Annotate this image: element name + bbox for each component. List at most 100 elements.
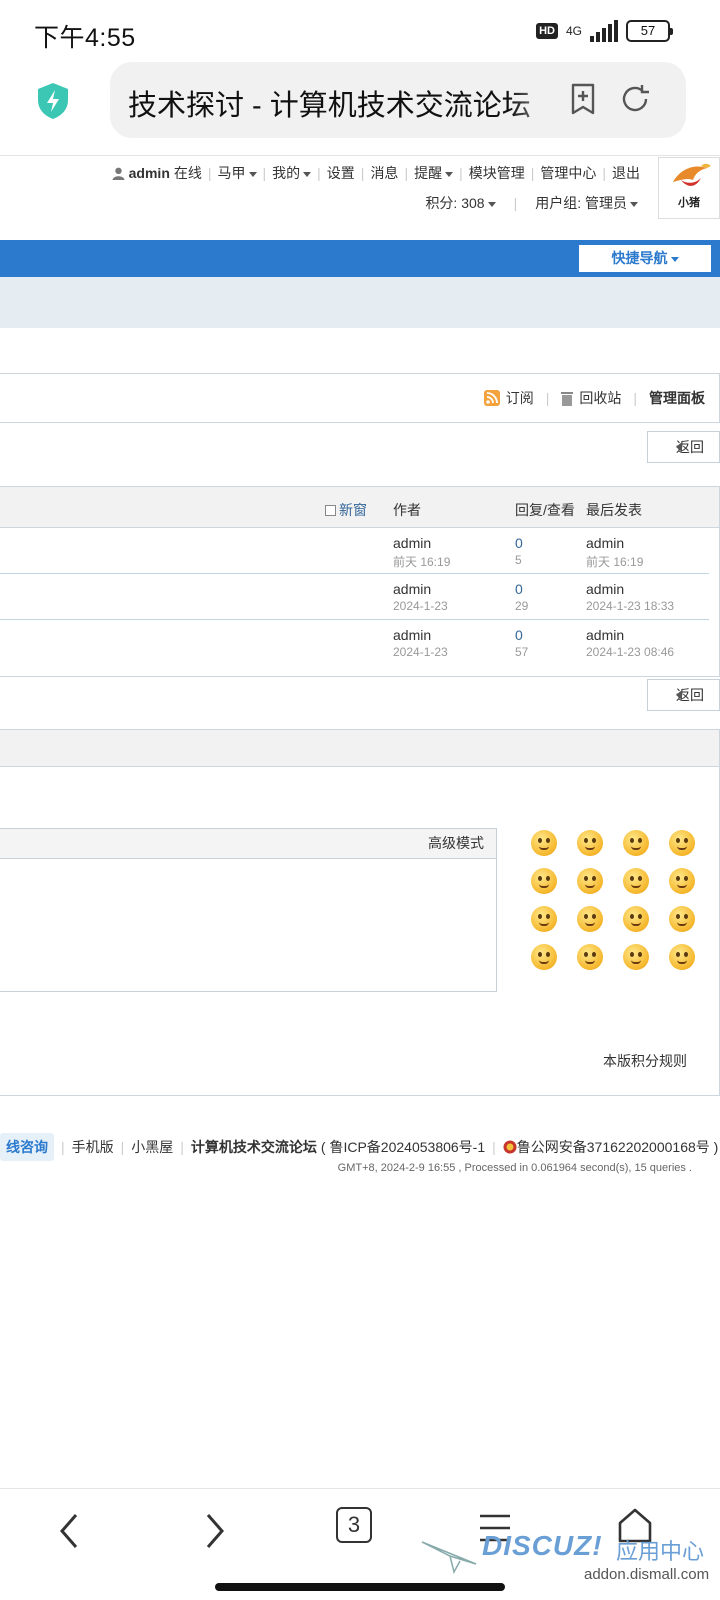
- consult-button[interactable]: 线咨询: [0, 1133, 54, 1161]
- smiley-panel: [531, 830, 720, 970]
- nav-messages[interactable]: 消息: [370, 163, 398, 183]
- bookmark-add-icon[interactable]: [566, 82, 600, 116]
- smiley-icon[interactable]: [669, 868, 695, 894]
- nav-logout[interactable]: 退出: [612, 163, 640, 183]
- row-last-date[interactable]: 2024-1-23 18:33: [586, 599, 674, 613]
- smiley-icon[interactable]: [577, 944, 603, 970]
- row-views: 5: [515, 553, 522, 567]
- row-last-author[interactable]: admin: [586, 581, 624, 597]
- icp-link[interactable]: ( 鲁ICP备2024053806号-1: [321, 1137, 485, 1157]
- smiley-icon[interactable]: [623, 944, 649, 970]
- mobile-link[interactable]: 手机版: [72, 1137, 114, 1157]
- smiley-icon[interactable]: [669, 906, 695, 932]
- row-author-date: 前天 16:19: [393, 555, 451, 569]
- watermark-cn: 应用中心: [616, 1539, 705, 1564]
- status-bar: 下午4:55 HD 4G 57: [0, 0, 720, 66]
- refresh-icon[interactable]: [618, 82, 652, 116]
- rss-icon: [483, 390, 500, 406]
- points-link[interactable]: 积分: 308: [425, 193, 496, 213]
- sub-nav-band: [0, 277, 720, 328]
- thread-table: 新窗 作者 回复/查看 最后发表 admin 前天 16:19 0 5 admi…: [0, 486, 720, 677]
- quick-reply-header: [0, 730, 719, 767]
- table-row[interactable]: admin 前天 16:19 0 5 admin 前天 16:19: [0, 528, 709, 574]
- url-fade: [510, 72, 570, 128]
- tabs-icon[interactable]: 3: [336, 1507, 372, 1543]
- quick-nav-button[interactable]: 快捷导航: [579, 245, 711, 272]
- smiley-icon[interactable]: [623, 830, 649, 856]
- back-button-bottom[interactable]: 返回: [647, 679, 720, 711]
- browser-url-row: 技术探讨 - 计算机技术交流论坛: [0, 62, 720, 148]
- url-title[interactable]: 技术探讨 - 计算机技术交流论坛: [128, 82, 558, 124]
- smiley-icon[interactable]: [669, 830, 695, 856]
- nav-mine[interactable]: 我的: [272, 163, 312, 183]
- recycle-bin-link[interactable]: 回收站: [579, 388, 621, 408]
- smiley-icon[interactable]: [577, 868, 603, 894]
- nav-reminders[interactable]: 提醒: [414, 163, 454, 183]
- row-replies[interactable]: 0: [515, 535, 523, 551]
- blackroom-link[interactable]: 小黑屋: [131, 1137, 173, 1157]
- divider: [0, 155, 720, 156]
- footer-links: 线咨询 | 手机版 | 小黑屋 | 计算机技术交流论坛 ( 鲁ICP备20240…: [0, 1133, 718, 1161]
- row-last-date[interactable]: 2024-1-23 08:46: [586, 645, 674, 659]
- row-last-author[interactable]: admin: [586, 535, 624, 551]
- advanced-mode-link[interactable]: 高级模式: [428, 835, 484, 851]
- credit-rules-link[interactable]: 本版积分规则: [603, 1051, 687, 1071]
- checkbox-icon[interactable]: [325, 505, 336, 516]
- row-author-date: 2024-1-23: [393, 645, 448, 659]
- footer-stats: GMT+8, 2024-2-9 16:55 , Processed in 0.0…: [337, 1162, 692, 1174]
- username-link[interactable]: admin: [129, 165, 170, 181]
- smiley-icon[interactable]: [531, 868, 557, 894]
- smiley-icon[interactable]: [577, 906, 603, 932]
- network-label: 4G: [565, 24, 582, 38]
- row-replies[interactable]: 0: [515, 627, 523, 643]
- back-triangle-icon: [676, 690, 682, 700]
- subscribe-link[interactable]: 订阅: [506, 388, 534, 408]
- reply-view-header: 回复/查看: [515, 502, 575, 518]
- url-bar[interactable]: 技术探讨 - 计算机技术交流论坛: [110, 62, 686, 138]
- gesture-bar[interactable]: [215, 1583, 505, 1591]
- editor-toolbar: 高级模式: [0, 829, 496, 859]
- row-author[interactable]: admin: [393, 581, 431, 597]
- discuz-watermark: DISCUZ! 应用中心 addon.dismall.com: [420, 1530, 710, 1590]
- smiley-icon[interactable]: [669, 944, 695, 970]
- row-author[interactable]: admin: [393, 535, 431, 551]
- smiley-icon[interactable]: [623, 868, 649, 894]
- shield-icon[interactable]: [36, 82, 70, 120]
- nav-settings[interactable]: 设置: [327, 163, 355, 183]
- forum-toolbar: 订阅 | 回收站 | 管理面板: [0, 373, 720, 423]
- user-icon: [112, 167, 125, 180]
- nav-module-admin[interactable]: 模块管理: [469, 163, 525, 183]
- reply-editor[interactable]: 高级模式: [0, 828, 497, 992]
- row-replies[interactable]: 0: [515, 581, 523, 597]
- forward-arrow-icon[interactable]: [200, 1511, 228, 1551]
- web-page: admin 在线 | 马甲 | 我的 | 设置 | 消息 | 提醒 | 模块管理…: [0, 155, 720, 1485]
- site-name-link[interactable]: 计算机技术交流论坛: [191, 1137, 317, 1157]
- signal-icon: [590, 20, 618, 42]
- smiley-icon[interactable]: [577, 830, 603, 856]
- row-last-date[interactable]: 前天 16:19: [586, 553, 643, 570]
- nav-admin-center[interactable]: 管理中心: [540, 163, 596, 183]
- smiley-icon[interactable]: [531, 944, 557, 970]
- logo-bird-icon: [673, 163, 711, 186]
- row-last-author[interactable]: admin: [586, 627, 624, 643]
- smiley-icon[interactable]: [531, 906, 557, 932]
- toolbar-links: 订阅 | 回收站 | 管理面板: [483, 388, 705, 408]
- user-info: 积分: 308 | 用户组: 管理员: [425, 193, 638, 213]
- new-window-toggle[interactable]: 新窗: [325, 500, 367, 520]
- police-record-link[interactable]: 鲁公网安备37162202000168号 ): [517, 1137, 719, 1157]
- smiley-icon[interactable]: [623, 906, 649, 932]
- table-row[interactable]: admin 2024-1-23 0 57 admin 2024-1-23 08:…: [0, 620, 709, 666]
- table-row[interactable]: admin 2024-1-23 0 29 admin 2024-1-23 18:…: [0, 574, 709, 620]
- status-icons: HD 4G 57: [536, 20, 673, 42]
- usergroup-link[interactable]: 用户组: 管理员: [535, 193, 638, 213]
- online-status: 在线: [173, 165, 202, 181]
- row-author[interactable]: admin: [393, 627, 431, 643]
- admin-panel-link[interactable]: 管理面板: [649, 388, 705, 408]
- smiley-icon[interactable]: [531, 830, 557, 856]
- back-button-top[interactable]: 返回: [647, 431, 720, 463]
- user-nav: admin 在线 | 马甲 | 我的 | 设置 | 消息 | 提醒 | 模块管理…: [112, 163, 640, 183]
- back-arrow-icon[interactable]: [56, 1511, 84, 1551]
- nav-majia[interactable]: 马甲: [218, 163, 257, 183]
- row-views: 29: [515, 599, 529, 613]
- site-logo[interactable]: 小猪: [658, 157, 720, 219]
